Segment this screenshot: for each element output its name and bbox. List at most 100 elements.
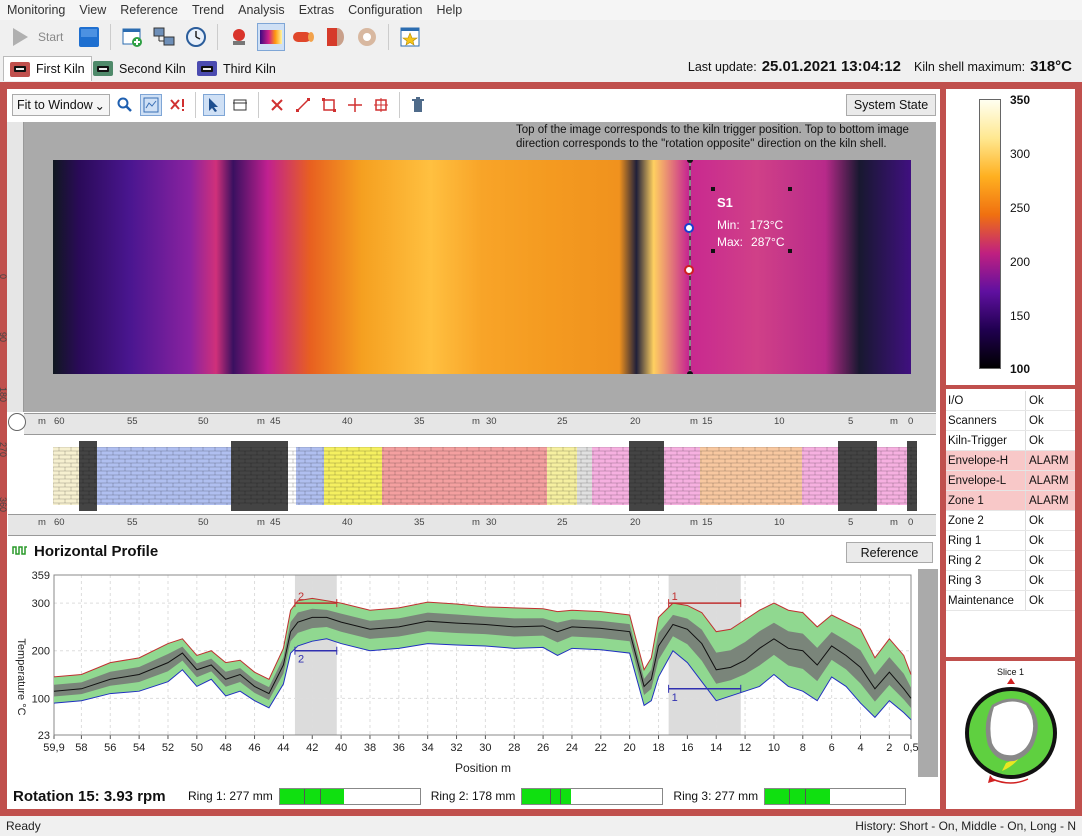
search-icon[interactable] [114,94,136,116]
ring-bar-fill [522,788,572,804]
x-tick-label: 58 [75,742,87,754]
ruler-tick: 45 [270,416,281,427]
x-tick-label: 46 [248,742,260,754]
clock-icon[interactable] [182,23,210,51]
slice-panel: Slice 1 [946,661,1075,809]
reset-view-icon[interactable] [8,413,26,431]
start-label[interactable]: Start [38,30,63,44]
temperature-colorbar [979,99,1001,369]
ruler-tick: 20 [630,416,641,427]
ruler-tick: 50 [198,416,209,427]
status-name: I/O [946,391,1026,410]
delete-mark-icon[interactable] [266,94,288,116]
status-row[interactable]: Ring 3 Ok [946,571,1075,591]
ring-bar-tick [805,788,807,804]
status-value: Ok [1029,434,1044,447]
x-tick-label: 6 [829,742,835,754]
x-tick-label: 42 [306,742,318,754]
network-icon[interactable] [150,23,178,51]
status-row[interactable]: Kiln-Trigger Ok [946,431,1075,451]
thermal-image[interactable] [53,160,911,374]
ruler-tick: 35 [414,416,425,427]
zoom-select[interactable]: Fit to Window ⌄ [12,94,110,116]
y-tick-label: 23 [38,730,50,742]
min-marker [684,223,694,233]
new-window-icon[interactable] [118,23,146,51]
toolbar-separator [388,24,390,50]
system-state-button[interactable]: System State [846,94,936,116]
y-tick-label: 200 [32,646,50,658]
alarm-light-icon[interactable] [225,23,253,51]
colorbar-tick: 150 [1010,309,1031,323]
status-row[interactable]: Envelope-L ALARM [946,471,1075,491]
menu-trend[interactable]: Trend [185,3,231,17]
thermal-palette-icon[interactable] [257,23,286,51]
x-tick-label: 48 [220,742,232,754]
ruler-tick: 25 [557,416,568,427]
clear-marks-icon[interactable] [166,94,188,116]
kiln-icon [93,61,113,76]
status-row[interactable]: Scanners Ok [946,411,1075,431]
status-row[interactable]: Zone 1 ALARM [946,491,1075,511]
menu-view[interactable]: View [72,3,113,17]
point-tool-icon[interactable] [344,94,366,116]
ring-bar-tick [560,788,562,804]
angle-tick: 0 [0,274,8,279]
status-row[interactable]: I/O Ok [946,391,1075,411]
rectangle-tool-icon[interactable] [318,94,340,116]
status-name: Zone 1 [946,491,1026,510]
grid-tool-icon[interactable] [370,94,392,116]
status-row[interactable]: Ring 1 Ok [946,531,1075,551]
last-update: Last update: 25.01.2021 13:04:12 Kiln sh… [688,58,1072,75]
ruler-tick: m [690,416,698,427]
colorbar-tick: 300 [1010,147,1031,161]
ruler-tick: 0 [908,416,914,427]
line-tool-icon[interactable] [292,94,314,116]
x-tick-label: 44 [277,742,289,754]
x-tick-label: 10 [768,742,780,754]
status-row[interactable]: Envelope-H ALARM [946,451,1075,471]
x-tick-label: 4 [857,742,863,754]
tab-first-kiln[interactable]: First Kiln [3,56,92,81]
trash-icon[interactable] [407,94,429,116]
s1-handle[interactable] [788,249,792,253]
menu-configuration[interactable]: Configuration [341,3,429,17]
menu-extras[interactable]: Extras [292,3,341,17]
ruler-tick: m [890,517,898,528]
kiln-end-icon[interactable] [321,23,349,51]
tab-label: Third Kiln [223,61,276,76]
reference-button[interactable]: Reference [846,542,933,563]
area-select-icon[interactable] [229,94,251,116]
menu-reference[interactable]: Reference [113,3,185,17]
ruler-tick: 35 [414,517,425,528]
status-row[interactable]: Ring 2 Ok [946,551,1075,571]
kiln-lining-map[interactable] [53,439,917,513]
s1-handle[interactable] [711,187,715,191]
ruler-tick: 0 [908,517,914,528]
status-row[interactable]: Maintenance Ok [946,591,1075,611]
tab-third-kiln[interactable]: Third Kiln [191,56,282,81]
slice-marker-icon [1007,678,1015,684]
menu-analysis[interactable]: Analysis [231,3,292,17]
menu-monitoring[interactable]: Monitoring [0,3,72,17]
profile-view-icon[interactable] [140,94,162,116]
ring-bar-tick [550,788,552,804]
kiln-cylinder-icon[interactable] [289,23,317,51]
ruler-tick: 5 [848,517,854,528]
last-update-label: Last update: [687,60,757,74]
start-play-icon[interactable] [6,23,34,51]
x-tick-label: 0,5 [903,742,918,754]
s1-handle[interactable] [711,249,715,253]
tab-second-kiln[interactable]: Second Kiln [87,56,192,81]
chart-scrollbar[interactable] [918,569,938,777]
ruler-tick: 55 [127,517,138,528]
pointer-icon[interactable] [203,94,225,116]
favorite-icon[interactable] [396,23,424,51]
status-row[interactable]: Zone 2 Ok [946,511,1075,531]
menu-help[interactable]: Help [429,3,469,17]
ring-icon[interactable] [353,23,381,51]
s1-handle[interactable] [788,187,792,191]
horizontal-profile-chart[interactable]: 3593002001002359,9 58 56 54 52 50 48 46 44 42 40 38… [8,567,938,779]
stop-icon[interactable] [75,23,103,51]
ruler-tick: 55 [127,416,138,427]
